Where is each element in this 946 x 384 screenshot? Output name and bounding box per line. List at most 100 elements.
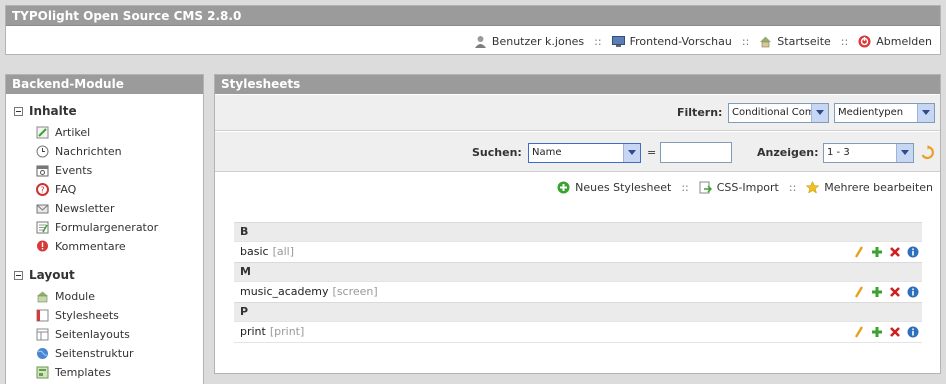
equals-sign: =	[647, 146, 657, 159]
sidebar-item-nachrichten[interactable]: Nachrichten	[36, 143, 122, 159]
search-label: Suchen:	[472, 146, 522, 159]
sidebar-item-label: Artikel	[55, 125, 91, 139]
calendar-icon	[36, 165, 49, 176]
sidebar-item-artikel[interactable]: Artikel	[36, 124, 90, 140]
logout-link[interactable]: Abmelden	[858, 35, 932, 48]
stylesheet-media: [all]	[272, 245, 294, 258]
sidebar-item-label: Newsletter	[55, 201, 115, 215]
group-header: B	[234, 222, 922, 241]
sidebar-item-label: Formulargenerator	[55, 220, 159, 234]
chevron-down-icon[interactable]	[917, 104, 934, 122]
global-actions: Neues Stylesheet :: CSS-Import :: Mehrer…	[557, 181, 933, 194]
globe-icon	[37, 347, 48, 359]
plus-icon[interactable]	[871, 286, 883, 298]
chevron-down-icon[interactable]	[811, 104, 828, 122]
collapse-icon[interactable]	[14, 270, 23, 280]
pencil-icon[interactable]	[853, 246, 865, 258]
sidebar-item-label: FAQ	[55, 182, 77, 196]
display-range-value: 1 - 3	[827, 147, 850, 158]
filter-row: Filtern: Conditional Com Medientypen	[215, 95, 940, 131]
help-icon: ?	[36, 182, 49, 196]
pencil-icon[interactable]	[853, 326, 865, 338]
home-link[interactable]: Startseite	[759, 35, 831, 48]
info-icon[interactable]	[907, 286, 919, 298]
frontend-preview-link[interactable]: Frontend-Vorschau	[611, 35, 732, 48]
comment-icon	[37, 240, 48, 251]
media-filter-select[interactable]: Medientypen	[834, 103, 935, 123]
envelope-icon	[36, 204, 49, 213]
group-label: Layout	[29, 268, 75, 282]
form-icon	[36, 221, 49, 233]
edit-multiple-link[interactable]: Mehrere bearbeiten	[806, 181, 933, 194]
new-stylesheet-link[interactable]: Neues Stylesheet	[557, 181, 671, 194]
list-item: music_academy [screen]	[234, 281, 922, 302]
sidebar-item-faq[interactable]: ? FAQ	[36, 181, 76, 197]
list-end-divider	[234, 342, 922, 343]
logout-label: Abmelden	[876, 34, 932, 48]
plus-icon[interactable]	[871, 326, 883, 338]
stylesheet-name: basic	[240, 245, 269, 258]
home-icon	[760, 36, 772, 47]
display-label: Anzeigen:	[757, 146, 819, 159]
css-import-link[interactable]: CSS-Import	[699, 181, 779, 194]
refresh-icon[interactable]	[920, 145, 935, 160]
search-input[interactable]	[660, 142, 732, 163]
sidebar-item-module[interactable]: Module	[36, 288, 95, 304]
info-icon[interactable]	[907, 246, 919, 258]
sidebar-item-templates[interactable]: Templates	[36, 364, 111, 380]
action-separator: ::	[788, 181, 797, 194]
user-icon	[474, 35, 486, 48]
list-item: print [print]	[234, 321, 922, 342]
layout-icon	[36, 328, 49, 340]
group-header: P	[234, 302, 922, 321]
group-layout[interactable]: Layout	[14, 268, 75, 282]
user-link[interactable]: Benutzer k.jones	[474, 35, 584, 48]
star-icon	[806, 181, 820, 194]
add-icon	[557, 181, 570, 194]
row-actions	[853, 286, 919, 298]
sidebar-item-label: Nachrichten	[55, 144, 122, 158]
group-inhalte[interactable]: Inhalte	[14, 104, 77, 118]
top-bar: TYPOlight Open Source CMS 2.8.0 Benutzer…	[5, 5, 941, 55]
stylesheet-icon	[36, 309, 49, 321]
sidebar-item-seitenstruktur[interactable]: Seitenstruktur	[36, 345, 134, 361]
sidebar-item-label: Seitenlayouts	[55, 327, 130, 341]
nav-separator: ::	[741, 34, 750, 48]
chevron-down-icon[interactable]	[896, 144, 913, 162]
sidebar-item-events[interactable]: Events	[36, 162, 92, 178]
top-nav: Benutzer k.jones :: Frontend-Vorschau ::…	[474, 32, 932, 50]
sidebar-item-newsletter[interactable]: Newsletter	[36, 200, 114, 216]
template-icon	[36, 366, 49, 378]
stylesheet-media: [print]	[269, 325, 305, 338]
delete-icon[interactable]	[889, 326, 901, 338]
sidebar-item-label: Seitenstruktur	[55, 346, 134, 360]
search-field-select[interactable]: Name	[528, 143, 641, 163]
stylesheets-title: Stylesheets	[215, 75, 940, 94]
row-actions	[853, 246, 919, 258]
new-stylesheet-label: Neues Stylesheet	[575, 181, 672, 194]
delete-icon[interactable]	[889, 246, 901, 258]
delete-icon[interactable]	[889, 286, 901, 298]
pencil-icon[interactable]	[853, 286, 865, 298]
backend-modules-title: Backend-Module	[6, 75, 203, 94]
clock-icon	[36, 145, 49, 157]
article-icon	[36, 126, 49, 138]
home-label: Startseite	[777, 34, 831, 48]
plus-icon[interactable]	[871, 246, 883, 258]
user-label: Benutzer k.jones	[491, 34, 585, 48]
sidebar-item-stylesheets[interactable]: Stylesheets	[36, 307, 119, 323]
sidebar-item-kommentare[interactable]: Kommentare	[36, 238, 126, 254]
filter-label: Filtern:	[677, 106, 723, 119]
conditional-filter-select[interactable]: Conditional Com	[728, 103, 829, 123]
display-range-select[interactable]: 1 - 3	[823, 143, 914, 163]
sidebar-item-label: Module	[55, 289, 95, 303]
info-icon[interactable]	[907, 326, 919, 338]
sidebar-item-formulargenerator[interactable]: Formulargenerator	[36, 219, 158, 235]
monitor-icon	[611, 35, 625, 47]
collapse-icon[interactable]	[14, 106, 23, 116]
search-field-value: Name	[532, 147, 562, 158]
row-actions	[853, 326, 919, 338]
chevron-down-icon[interactable]	[623, 144, 640, 162]
search-row: Suchen: Name = Anzeigen: 1 - 3	[215, 132, 940, 172]
sidebar-item-seitenlayouts[interactable]: Seitenlayouts	[36, 326, 130, 342]
